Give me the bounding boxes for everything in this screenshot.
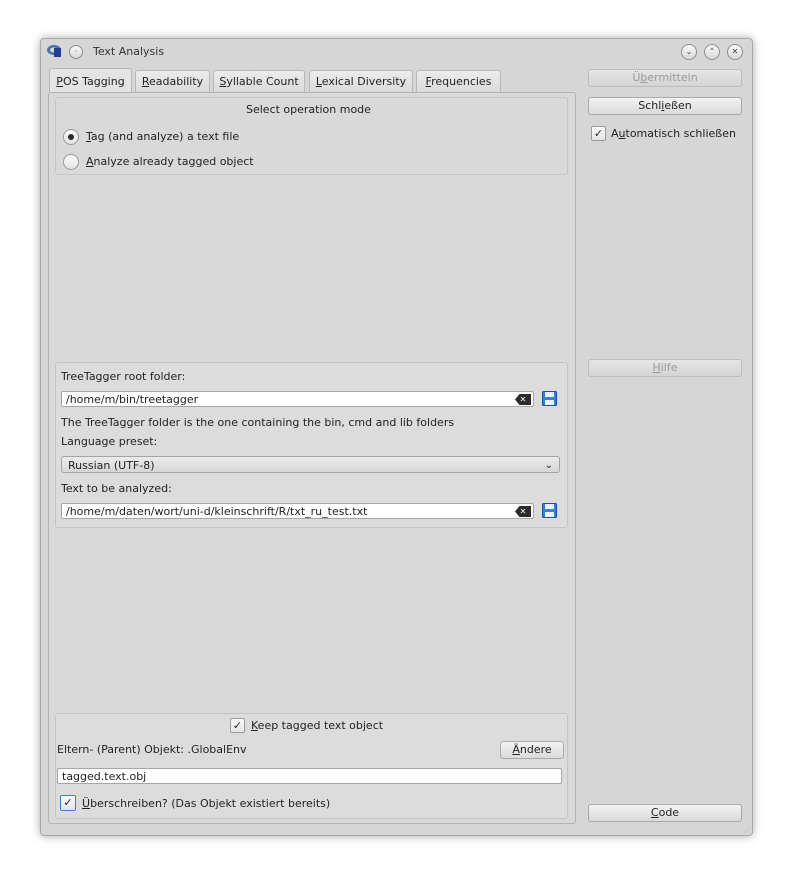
mnemonic: Ä xyxy=(512,743,520,756)
label-text: ag (and analyze) a text file xyxy=(90,130,240,143)
tab-frequencies[interactable]: Frequencies xyxy=(416,70,501,93)
title-bar: · Text Analysis ⌄ ⌃ ✕ xyxy=(41,39,752,65)
autoclose-checkbox[interactable]: ✓ xyxy=(591,126,606,141)
radio-dot xyxy=(68,134,74,140)
language-preset-select[interactable]: Russian (UTF-8) ⌄ xyxy=(61,456,560,473)
overwrite-label[interactable]: Überschreiben? (Das Objekt existiert ber… xyxy=(82,797,330,810)
tab-label: yllable Count xyxy=(226,75,299,88)
parent-object-label: Eltern- (Parent) Objekt: .GlobalEnv xyxy=(57,743,247,756)
resize-grip-icon[interactable]: ⋰ xyxy=(744,826,751,834)
tab-mnemonic: P xyxy=(56,75,63,88)
overwrite-checkbox[interactable]: ✓ xyxy=(60,795,76,811)
tab-pos-tagging[interactable]: POS Tagging xyxy=(49,68,132,95)
r-logo-icon xyxy=(47,45,61,57)
mnemonic: K xyxy=(251,719,258,732)
mnemonic: Ü xyxy=(82,797,91,810)
tab-label: OS Tagging xyxy=(62,75,125,88)
radio-analyze-label[interactable]: Analyze already tagged object xyxy=(86,155,254,168)
help-button[interactable]: Hilfe xyxy=(588,359,742,377)
pin-icon[interactable]: · xyxy=(69,45,83,59)
radio-tag-label[interactable]: Tag (and analyze) a text file xyxy=(86,130,239,143)
radio-analyze-tagged[interactable] xyxy=(63,154,79,170)
change-button[interactable]: Ändere xyxy=(500,741,564,759)
selected-value: Russian (UTF-8) xyxy=(68,459,155,472)
label-text: tomatisch schließen xyxy=(625,127,736,140)
tab-mnemonic: R xyxy=(141,75,149,88)
mnemonic: A xyxy=(86,155,94,168)
close-button[interactable]: Schließen xyxy=(588,97,742,115)
text-to-analyze-input[interactable]: /home/m/daten/wort/uni-d/kleinschrift/R/… xyxy=(61,503,534,519)
tab-lexical-diversity[interactable]: Lexical Diversity xyxy=(309,70,413,93)
tab-label: exical Diversity xyxy=(321,75,407,88)
treetagger-root-input[interactable]: /home/m/bin/treetagger xyxy=(61,391,534,407)
minimize-button[interactable]: ⌄ xyxy=(681,44,697,60)
object-name-input[interactable]: tagged.text.obj xyxy=(57,768,562,784)
save-icon[interactable] xyxy=(542,391,557,406)
label-text: Schl xyxy=(638,99,662,112)
keep-tagged-checkbox[interactable]: ✓ xyxy=(230,718,245,733)
text-to-analyze-label: Text to be analyzed: xyxy=(61,482,172,495)
mnemonic: C xyxy=(650,806,659,819)
maximize-button[interactable]: ⌃ xyxy=(704,44,720,60)
tab-label: eadability xyxy=(148,75,204,88)
submit-button[interactable]: Übermitteln xyxy=(588,69,742,87)
close-window-button[interactable]: ✕ xyxy=(727,44,743,60)
code-button[interactable]: Code xyxy=(588,804,742,822)
chevron-down-icon: ⌄ xyxy=(544,460,553,471)
save-icon[interactable] xyxy=(542,503,557,518)
tab-label: requencies xyxy=(431,75,492,88)
label-text: ilfe xyxy=(660,361,678,374)
window-title: Text Analysis xyxy=(93,45,165,58)
radio-tag-text-file[interactable] xyxy=(63,129,79,145)
keep-tagged-label[interactable]: Keep tagged text object xyxy=(251,719,383,732)
tab-syllable-count[interactable]: Syllable Count xyxy=(213,70,305,93)
label-text: ndere xyxy=(519,743,552,756)
tab-readability[interactable]: Readability xyxy=(135,70,210,93)
mnemonic: H xyxy=(652,361,661,374)
operation-mode-heading: Select operation mode xyxy=(246,103,371,116)
mnemonic: u xyxy=(618,127,626,140)
label-text: eep tagged text object xyxy=(257,719,384,732)
treetagger-root-label: TreeTagger root folder: xyxy=(61,370,186,383)
label-text: eßen xyxy=(664,99,692,112)
autoclose-label[interactable]: Automatisch schließen xyxy=(611,127,736,140)
label-text: berschreiben? (Das Objekt existiert bere… xyxy=(90,797,331,810)
label-text: ermitteln xyxy=(647,71,698,84)
language-preset-label: Language preset: xyxy=(61,435,158,448)
treetagger-hint: The TreeTagger folder is the one contain… xyxy=(61,416,455,429)
label-text: nalyze already tagged object xyxy=(93,155,254,168)
label-text: ode xyxy=(658,806,680,819)
label-text: A xyxy=(611,127,619,140)
